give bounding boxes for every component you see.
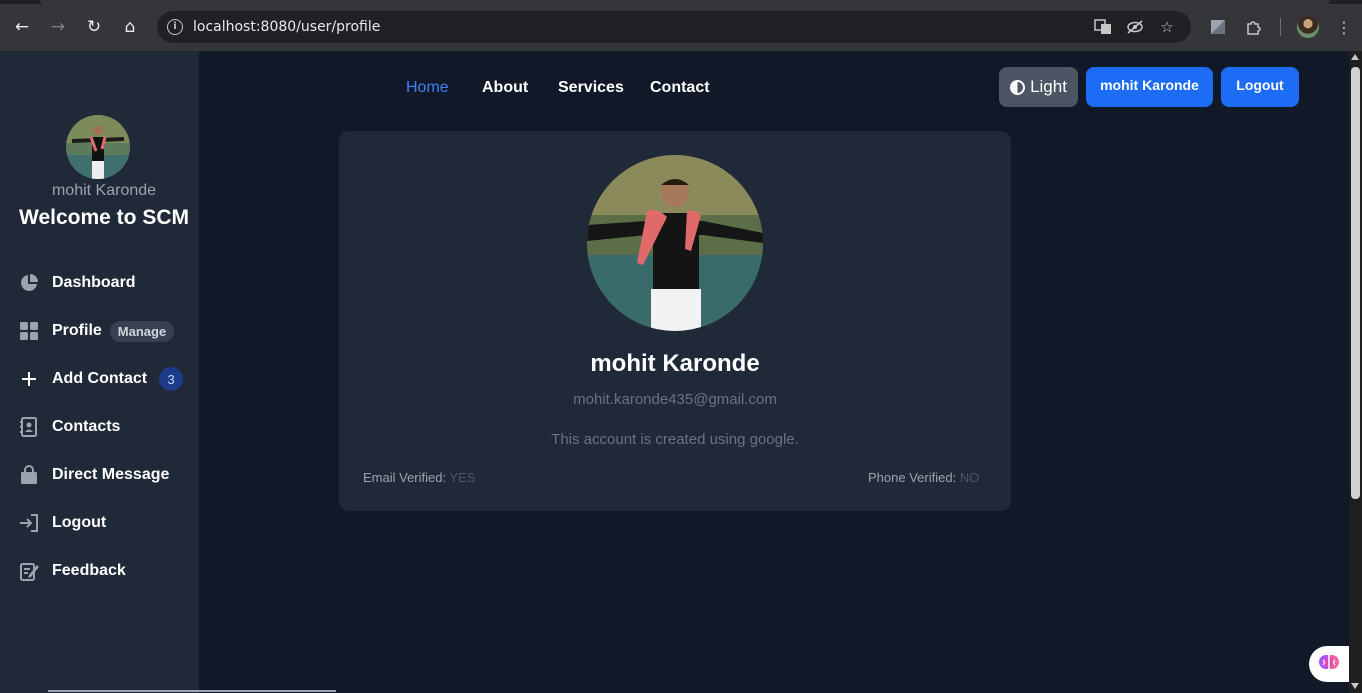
sign-out-icon — [18, 512, 40, 534]
translate-icon[interactable] — [1093, 17, 1113, 37]
sidebar-item-label: Feedback — [52, 562, 126, 579]
edit-note-icon — [18, 560, 40, 582]
nav-link-home[interactable]: Home — [406, 79, 449, 97]
browser-profile-avatar[interactable] — [1297, 16, 1319, 38]
phone-verified-label: Phone Verified: — [868, 470, 957, 485]
page-scrollbar[interactable] — [1349, 51, 1362, 693]
email-verified-label: Email Verified: — [363, 470, 447, 485]
pie-chart-icon — [18, 272, 40, 294]
sidebar-item-profile[interactable]: Profile Manage — [18, 316, 175, 346]
nav-link-about[interactable]: About — [482, 79, 528, 97]
toolbar-divider — [1280, 18, 1281, 36]
sidebar-user-name: mohit Karonde — [51, 182, 157, 199]
profile-avatar — [587, 155, 763, 331]
email-verified-value: YES — [449, 470, 476, 485]
sidebar-item-label: Dashboard — [52, 274, 136, 291]
email-verified-status: Email Verified: YES — [363, 470, 476, 485]
profile-card: mohit Karonde mohit.karonde435@gmail.com… — [339, 131, 1011, 511]
sidebar-item-contacts[interactable]: Contacts — [18, 412, 120, 442]
forward-arrow-icon[interactable]: → — [46, 15, 70, 39]
home-icon[interactable]: ⌂ — [118, 15, 142, 39]
account-created-note: This account is created using google. — [551, 431, 799, 448]
sidebar-item-label: Contacts — [52, 418, 121, 435]
sidebar-item-add-contact[interactable]: Add Contact 3 — [18, 364, 184, 394]
brain-icon — [1318, 651, 1340, 678]
sidebar-item-direct-message[interactable]: Direct Message — [18, 460, 169, 490]
plus-icon — [18, 368, 40, 390]
sidebar-item-label: Direct Message — [52, 466, 170, 483]
sidebar-item-label: Logout — [52, 514, 107, 531]
profile-email: mohit.karonde435@gmail.com — [573, 391, 777, 408]
horizontal-scroll-indicator — [48, 690, 336, 692]
profile-name: mohit Karonde — [590, 350, 760, 377]
bookmark-star-icon[interactable]: ☆ — [1157, 17, 1177, 37]
shopping-bag-icon — [18, 464, 40, 486]
puzzle-extensions-icon[interactable] — [1243, 16, 1265, 38]
nav-link-services[interactable]: Services — [558, 79, 624, 97]
sidebar-item-label: Profile — [52, 322, 102, 339]
sidebar-item-logout[interactable]: Logout — [18, 508, 106, 538]
sidebar-item-label: Add Contact — [52, 370, 148, 387]
sidebar-item-feedback[interactable]: Feedback — [18, 556, 126, 586]
logout-button[interactable]: Logout — [1221, 67, 1299, 107]
back-arrow-icon[interactable]: ← — [10, 15, 34, 39]
sidebar: mohit Karonde Welcome to SCM Dashboard P… — [0, 51, 199, 693]
scrollbar-thumb[interactable] — [1351, 67, 1360, 499]
user-name-button[interactable]: mohit Karonde — [1086, 67, 1213, 107]
half-circle-icon — [1010, 79, 1026, 95]
address-book-icon — [18, 416, 40, 438]
browser-toolbar: ← → ↻ ⌂ i localhost:8080/user/profile ☆ … — [0, 0, 1362, 51]
contact-count-badge: 3 — [159, 367, 184, 391]
sidebar-item-dashboard[interactable]: Dashboard — [18, 268, 136, 298]
url-text: localhost:8080/user/profile — [193, 19, 381, 35]
tab-strip — [0, 0, 1362, 4]
reload-icon[interactable]: ↻ — [82, 15, 106, 39]
more-vertical-icon[interactable]: ⋮ — [1333, 16, 1355, 38]
scroll-down-arrow-icon[interactable] — [1351, 683, 1359, 689]
manage-badge: Manage — [109, 320, 175, 342]
nav-link-contact[interactable]: Contact — [650, 79, 710, 97]
theme-toggle-label: Light — [1030, 77, 1067, 96]
phone-verified-status: Phone Verified: NO — [868, 470, 979, 485]
theme-toggle-button[interactable]: Light — [999, 67, 1078, 107]
sidebar-avatar — [66, 115, 130, 179]
extension-square-icon[interactable] — [1207, 16, 1229, 38]
site-info-icon[interactable]: i — [167, 19, 183, 35]
eye-off-icon[interactable] — [1125, 17, 1145, 37]
scroll-up-arrow-icon[interactable] — [1351, 54, 1359, 60]
assistant-float-button[interactable] — [1309, 646, 1349, 682]
sidebar-welcome-title: Welcome to SCM — [19, 206, 189, 229]
address-bar[interactable]: i localhost:8080/user/profile ☆ — [157, 11, 1191, 43]
grid-icon — [18, 320, 40, 342]
phone-verified-value: NO — [959, 470, 980, 485]
